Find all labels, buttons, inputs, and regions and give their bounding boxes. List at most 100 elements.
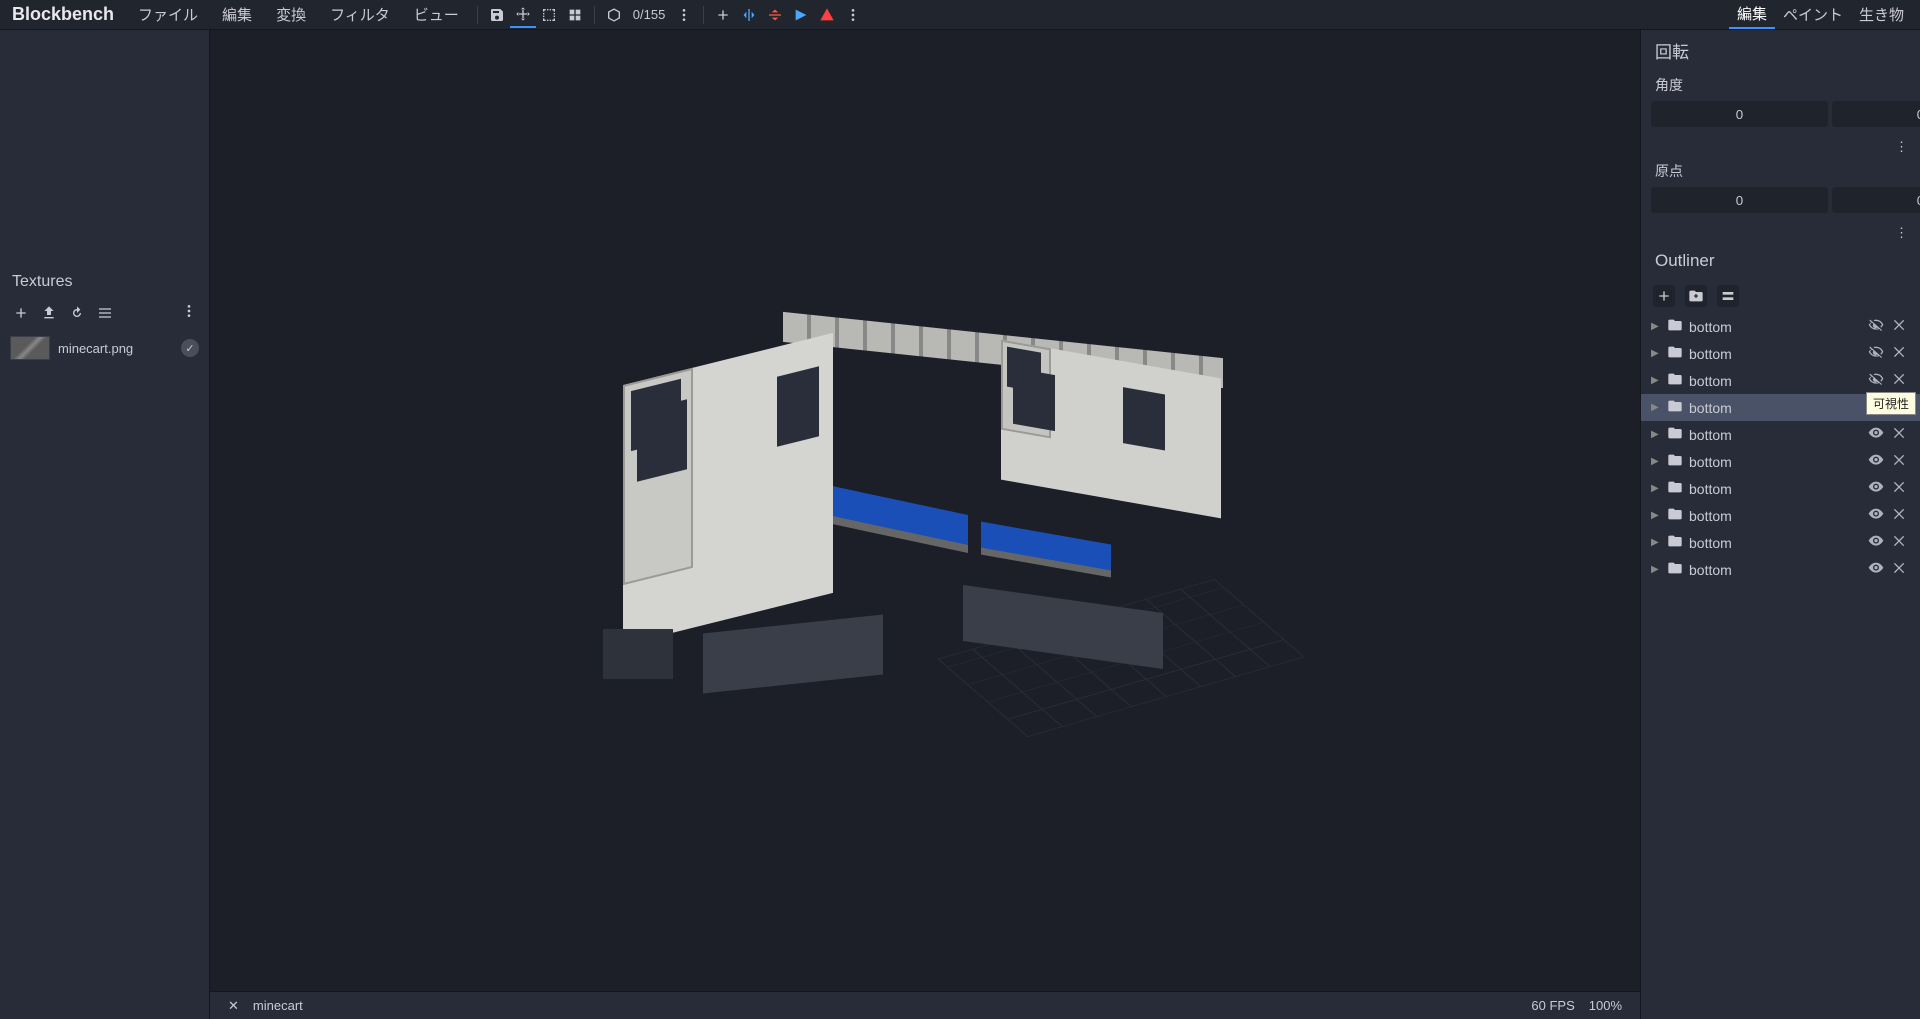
outliner-item-label: bottom — [1689, 400, 1862, 416]
add-cube-icon[interactable] — [710, 2, 736, 28]
model-preview — [565, 271, 1285, 751]
folder-icon — [1667, 425, 1683, 444]
folder-icon — [1667, 506, 1683, 525]
visibility-icon[interactable] — [1868, 533, 1886, 552]
origin-x-input[interactable] — [1651, 187, 1828, 213]
selection-tool-icon[interactable] — [536, 2, 562, 28]
textures-toolbar — [0, 299, 209, 330]
delete-icon[interactable] — [1892, 425, 1910, 444]
visibility-icon[interactable] — [1868, 452, 1886, 471]
warning-icon[interactable] — [814, 2, 840, 28]
expand-arrow-icon[interactable]: ▶ — [1651, 564, 1661, 575]
left-panel: Textures minecart.png ✓ — [0, 30, 210, 1019]
angle-y-input[interactable] — [1832, 101, 1920, 127]
overflow2-icon[interactable] — [840, 2, 866, 28]
folder-icon — [1667, 398, 1683, 417]
close-project-icon[interactable]: ✕ — [228, 998, 239, 1014]
delete-icon[interactable] — [1892, 506, 1910, 525]
visibility-icon[interactable] — [1868, 371, 1886, 390]
delete-icon[interactable] — [1892, 533, 1910, 552]
expand-arrow-icon[interactable]: ▶ — [1651, 429, 1661, 440]
folder-icon — [1667, 533, 1683, 552]
delete-icon[interactable] — [1892, 344, 1910, 363]
expand-arrow-icon[interactable]: ▶ — [1651, 483, 1661, 494]
menu-file[interactable]: ファイル — [126, 4, 210, 25]
visibility-icon[interactable] — [1868, 506, 1886, 525]
outliner-panel-title: Outliner — [1641, 243, 1920, 279]
outliner-item[interactable]: ▶bottom — [1641, 367, 1920, 394]
origin-y-input[interactable] — [1832, 187, 1920, 213]
outliner-item[interactable]: ▶bottom — [1641, 340, 1920, 367]
outliner-item[interactable]: ▶bottom可視性 — [1641, 394, 1920, 421]
flag-icon[interactable] — [788, 2, 814, 28]
outliner-item-label: bottom — [1689, 535, 1862, 551]
expand-arrow-icon[interactable]: ▶ — [1651, 375, 1661, 386]
mirror-y-icon[interactable] — [762, 2, 788, 28]
origin-overflow-icon[interactable]: ⋮ — [1641, 223, 1920, 243]
zoom-display: 100% — [1589, 998, 1622, 1013]
expand-arrow-icon[interactable]: ▶ — [1651, 348, 1661, 359]
delete-icon[interactable] — [1892, 452, 1910, 471]
toggle-all-icon[interactable] — [1717, 285, 1739, 307]
outliner-item[interactable]: ▶bottom — [1641, 421, 1920, 448]
expand-arrow-icon[interactable]: ▶ — [1651, 456, 1661, 467]
rotation-overflow-icon[interactable]: ⋮ — [1641, 137, 1920, 157]
visibility-icon[interactable] — [1868, 479, 1886, 498]
mode-edit-tab[interactable]: 編集 — [1729, 0, 1775, 29]
visibility-icon[interactable] — [1868, 344, 1886, 363]
move-tool-icon[interactable] — [510, 2, 536, 28]
mode-paint-tab[interactable]: ペイント — [1775, 1, 1851, 28]
outliner-item[interactable]: ▶bottom — [1641, 448, 1920, 475]
separator — [703, 6, 704, 24]
textures-overflow-icon[interactable] — [181, 303, 197, 322]
add-group-icon[interactable] — [1685, 285, 1707, 307]
visibility-icon[interactable] — [1868, 560, 1886, 579]
outliner-item[interactable]: ▶ bottom — [1641, 556, 1920, 583]
save-icon[interactable] — [484, 2, 510, 28]
overflow-icon[interactable] — [671, 2, 697, 28]
expand-arrow-icon[interactable]: ▶ — [1651, 402, 1661, 413]
outliner-item-label: bottom — [1689, 562, 1862, 578]
add-cube-icon[interactable] — [1653, 285, 1675, 307]
outliner-item[interactable]: ▶ bottom — [1641, 502, 1920, 529]
delete-icon[interactable] — [1892, 560, 1910, 579]
texture-item[interactable]: minecart.png ✓ — [0, 330, 209, 366]
menubar: Blockbench ファイル 編集 変換 フィルタ ビュー 0/155 編集 … — [0, 0, 1920, 30]
menu-transform[interactable]: 変換 — [264, 4, 318, 25]
viewport-canvas[interactable] — [210, 30, 1640, 991]
delete-icon[interactable] — [1892, 479, 1910, 498]
mode-entity-tab[interactable]: 生き物 — [1851, 1, 1912, 28]
texture-settings-icon[interactable] — [96, 304, 114, 322]
outliner-item[interactable]: ▶bottom — [1641, 475, 1920, 502]
right-panel: 回転 角度 ⋮ 原点 ⋮ Outliner ▶ bottom ▶ bottom ▶ bot… — [1640, 30, 1920, 1019]
origin-label: 原点 — [1641, 157, 1920, 185]
mirror-x-icon[interactable] — [736, 2, 762, 28]
menu-view[interactable]: ビュー — [402, 4, 471, 25]
folder-icon — [1667, 317, 1683, 336]
visibility-icon[interactable] — [1868, 425, 1886, 444]
add-texture-icon[interactable] — [12, 304, 30, 322]
separator — [594, 6, 595, 24]
outliner-item-label: bottom — [1689, 508, 1862, 524]
menu-filter[interactable]: フィルタ — [318, 4, 402, 25]
menu-edit[interactable]: 編集 — [210, 4, 264, 25]
outliner-item[interactable]: ▶ bottom — [1641, 529, 1920, 556]
reload-texture-icon[interactable] — [68, 304, 86, 322]
folder-icon — [1667, 371, 1683, 390]
expand-arrow-icon[interactable]: ▶ — [1651, 321, 1661, 332]
expand-arrow-icon[interactable]: ▶ — [1651, 510, 1661, 521]
grid-tool-icon[interactable] — [562, 2, 588, 28]
outliner-item[interactable]: ▶bottom — [1641, 313, 1920, 340]
angle-label: 角度 — [1641, 71, 1920, 99]
expand-arrow-icon[interactable]: ▶ — [1651, 537, 1661, 548]
import-texture-icon[interactable] — [40, 304, 58, 322]
outliner-list: ▶bottom▶bottom▶bottom▶bottom可視性▶bottom▶b… — [1641, 313, 1920, 1019]
cube-icon[interactable] — [601, 2, 627, 28]
rotation-panel-title: 回転 — [1641, 30, 1920, 71]
angle-x-input[interactable] — [1651, 101, 1828, 127]
delete-icon[interactable] — [1892, 317, 1910, 336]
texture-valid-icon: ✓ — [181, 339, 199, 357]
folder-icon — [1667, 560, 1683, 579]
visibility-icon[interactable] — [1868, 317, 1886, 336]
delete-icon[interactable] — [1892, 371, 1910, 390]
